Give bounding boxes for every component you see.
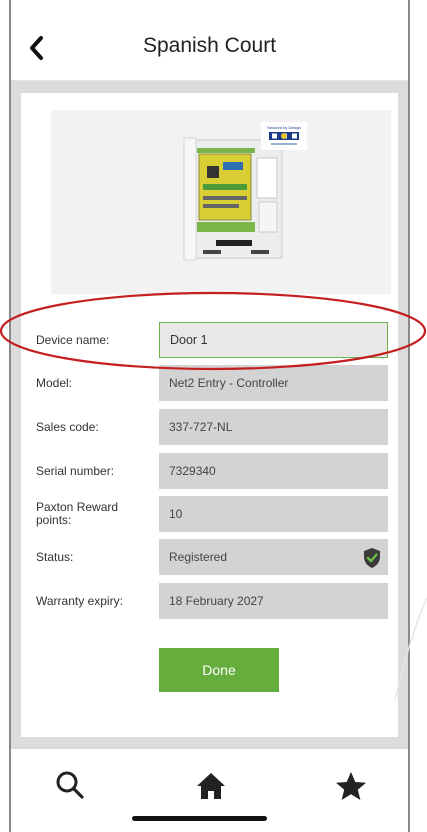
tab-home[interactable] — [191, 767, 231, 807]
status-row: Status: Registered — [21, 539, 398, 575]
device-name-row: Device name: Door 1 — [21, 322, 398, 358]
warranty-row: Warranty expiry: 18 February 2027 — [21, 583, 398, 619]
device-card: Secured by Design Device name: Door 1 Mo… — [21, 93, 398, 737]
page-title: Spanish Court — [142, 34, 277, 57]
warranty-label: Warranty expiry: — [36, 593, 123, 608]
tab-search[interactable] — [51, 767, 91, 807]
chevron-left-icon — [30, 36, 43, 60]
status-value-field: Registered — [159, 539, 388, 575]
tab-favorites[interactable] — [331, 767, 371, 807]
header: Spanish Court — [11, 0, 408, 81]
serial-number-value: 7329340 — [159, 453, 388, 489]
status-label: Status: — [36, 549, 74, 564]
sales-code-label: Sales code: — [36, 419, 99, 434]
warranty-value: 18 February 2027 — [159, 583, 388, 619]
back-button[interactable] — [23, 30, 53, 66]
reward-points-row: Paxton Reward points: 10 — [21, 496, 398, 532]
home-icon — [197, 773, 225, 799]
status-value: Registered — [169, 550, 228, 564]
content-area: Secured by Design Device name: Door 1 Mo… — [11, 81, 408, 749]
reward-points-value: 10 — [159, 496, 388, 532]
badge-text: Secured by Design — [267, 125, 301, 130]
shield-check-icon — [364, 548, 380, 568]
star-icon — [336, 772, 366, 800]
device-image: Secured by Design — [51, 110, 391, 294]
home-indicator — [132, 816, 267, 821]
serial-number-row: Serial number: 7329340 — [21, 453, 398, 489]
sales-code-row: Sales code: 337-727-NL — [21, 409, 398, 445]
device-name-input[interactable]: Door 1 — [159, 322, 388, 358]
search-icon — [56, 771, 84, 799]
reward-points-label: Paxton Reward points: — [36, 500, 119, 527]
model-row: Model: Net2 Entry - Controller — [21, 365, 398, 401]
sales-code-value: 337-727-NL — [159, 409, 388, 445]
model-value: Net2 Entry - Controller — [159, 365, 388, 401]
model-label: Model: — [36, 375, 73, 390]
serial-number-label: Serial number: — [36, 463, 115, 478]
phone-screen: Spanish Court Secured by Design Device n… — [9, 0, 410, 832]
controller-image: Secured by Design — [183, 122, 307, 261]
device-name-label: Device name: — [36, 332, 110, 347]
done-button[interactable]: Done — [159, 648, 279, 692]
